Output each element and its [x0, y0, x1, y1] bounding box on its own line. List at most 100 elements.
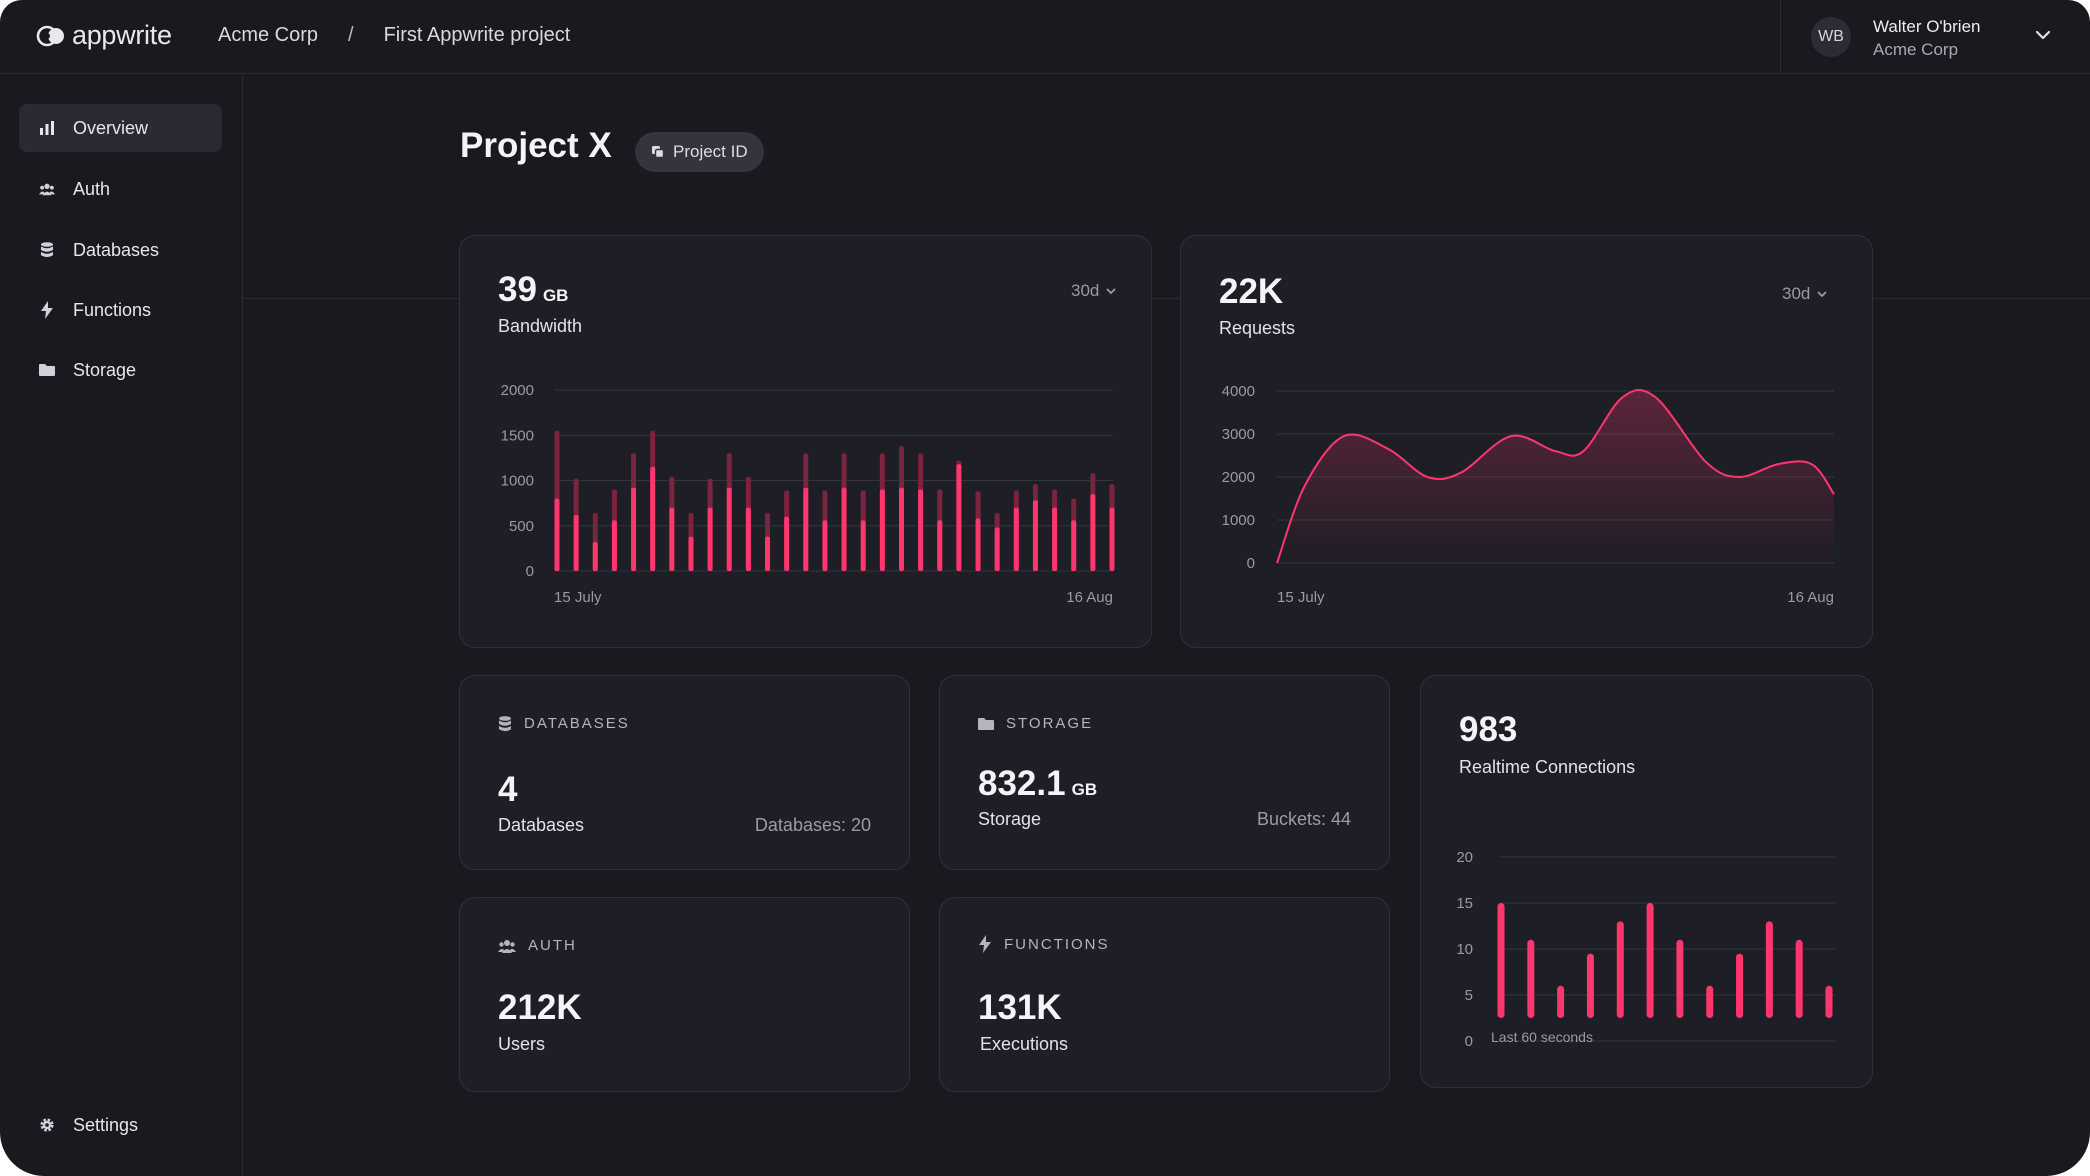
project-id-button[interactable]: Project ID — [635, 132, 764, 172]
realtime-bar — [1497, 903, 1505, 1018]
bar-primary — [860, 520, 866, 571]
copy-icon — [652, 146, 665, 159]
app-window: appwrite Acme Corp / First Appwrite proj… — [0, 0, 2090, 1176]
bar-primary — [745, 507, 751, 571]
x-tick-label: 16 Aug — [1787, 589, 1834, 606]
bar-primary — [650, 466, 656, 571]
sidebar-item-auth[interactable]: Auth — [19, 165, 222, 213]
bar-primary — [669, 507, 675, 571]
user-menu[interactable]: WB Walter O'brien Acme Corp — [1780, 0, 2090, 74]
storage-card[interactable]: STORAGE 832.1 GB Storage Buckets: 44 — [939, 675, 1390, 870]
y-tick-label: 5 — [1465, 987, 1473, 1004]
requests-chart: 0 1000 2000 3000 4000 15 July 16 Aug — [1222, 383, 1835, 606]
bar-primary — [803, 487, 809, 571]
bar-primary — [1013, 507, 1019, 571]
realtime-bar — [1646, 903, 1654, 1018]
breadcrumb-project[interactable]: First Appwrite project — [384, 24, 571, 47]
breadcrumb-separator: / — [348, 24, 354, 46]
sidebar-item-label: Storage — [73, 359, 137, 380]
databases-value: 4 — [498, 770, 518, 809]
realtime-bar — [1765, 921, 1773, 1018]
lightning-icon — [39, 301, 55, 319]
bar-primary — [898, 487, 904, 571]
bar-chart-icon — [39, 120, 55, 136]
realtime-card: 983 Realtime Connections 0 5 10 15 20 Last 60… — [1420, 675, 1873, 1088]
storage-meta: Buckets: 44 — [1256, 809, 1351, 829]
appwrite-logo-icon — [36, 25, 64, 46]
bar-primary — [784, 516, 790, 571]
brand-name: appwrite — [72, 20, 172, 50]
bar-primary — [937, 520, 943, 571]
realtime-caption: Last 60 seconds — [1491, 1029, 1593, 1045]
bar-primary — [688, 536, 694, 571]
gear-icon — [39, 1117, 55, 1133]
bar-primary — [631, 487, 637, 571]
bandwidth-chart: 0 500 1000 1500 2000 15 July 16 Aug — [501, 382, 1115, 606]
bar-primary — [975, 518, 981, 571]
databases-card[interactable]: DATABASES 4 Databases Databases: 20 — [459, 675, 910, 870]
bar-primary — [994, 527, 1000, 571]
requests-card: 22K Requests 30d 0 1000 2000 3000 4000 15 Jul… — [1180, 235, 1873, 648]
appwrite-logo[interactable]: appwrite — [36, 20, 172, 51]
storage-section-header: STORAGE — [978, 715, 1093, 732]
bar-primary — [841, 487, 847, 571]
realtime-bar — [1795, 939, 1803, 1018]
sidebar-item-label: Settings — [73, 1114, 139, 1135]
realtime-bar — [1706, 985, 1714, 1018]
x-tick-label: 15 July — [1277, 589, 1325, 606]
y-tick-label: 10 — [1456, 941, 1473, 958]
functions-section-title: FUNCTIONS — [1004, 935, 1110, 953]
storage-label: Storage — [978, 809, 1042, 829]
y-tick-label: 0 — [1247, 555, 1255, 572]
realtime-chart: 0 5 10 15 20 Last 60 seconds — [1456, 849, 1835, 1050]
auth-card[interactable]: AUTH 212K Users — [459, 897, 910, 1092]
realtime-bar — [1527, 939, 1535, 1018]
bar-primary — [1090, 494, 1096, 571]
database-icon — [499, 715, 511, 731]
lightning-icon — [979, 935, 991, 953]
databases-section-header: DATABASES — [498, 715, 630, 732]
auth-section-header: AUTH — [498, 937, 577, 954]
databases-label: Databases — [498, 815, 585, 835]
functions-card[interactable]: FUNCTIONS 131K Executions — [939, 897, 1390, 1092]
functions-section-header: FUNCTIONS — [978, 935, 1110, 953]
users-icon — [39, 181, 55, 197]
auth-section-title: AUTH — [528, 937, 577, 954]
sidebar-item-overview[interactable]: Overview — [19, 104, 222, 152]
auth-value: 212K — [498, 988, 582, 1027]
database-icon — [39, 242, 55, 258]
bar-primary — [765, 536, 771, 571]
avatar: WB — [1811, 17, 1851, 57]
bar-primary — [879, 489, 885, 571]
sidebar-item-databases[interactable]: Databases — [19, 226, 222, 274]
page-title: Project X — [460, 126, 612, 165]
bar-primary — [592, 542, 598, 571]
sidebar-item-label: Functions — [73, 299, 152, 320]
bar-primary — [554, 498, 560, 571]
sidebar-item-storage[interactable]: Storage — [19, 346, 222, 394]
realtime-bar — [1736, 953, 1744, 1018]
bar-primary — [573, 514, 579, 571]
x-tick-label: 15 July — [554, 589, 602, 606]
sidebar-item-label: Databases — [73, 239, 160, 260]
users-icon — [498, 939, 516, 953]
y-tick-label: 20 — [1456, 849, 1473, 866]
y-tick-label: 1000 — [501, 473, 534, 490]
functions-value: 131K — [978, 988, 1062, 1027]
auth-label: Users — [498, 1034, 546, 1054]
folder-icon — [978, 717, 994, 730]
breadcrumb-org[interactable]: Acme Corp — [218, 24, 318, 47]
y-tick-label: 0 — [526, 563, 534, 580]
bandwidth-card: 39 GB Bandwidth 30d 0 500 1000 1500 2000 15 Ju… — [459, 235, 1152, 648]
databases-section-title: DATABASES — [524, 715, 630, 732]
storage-value: 832.1 GB — [978, 764, 1097, 804]
realtime-bar — [1586, 953, 1594, 1018]
databases-meta: Databases: 20 — [754, 815, 871, 835]
sidebar-item-settings[interactable]: Settings — [19, 1101, 222, 1149]
sidebar-item-functions[interactable]: Functions — [19, 286, 222, 334]
chevron-down-icon[interactable] — [2034, 26, 2052, 44]
storage-unit: GB — [1071, 780, 1098, 799]
breadcrumb: Acme Corp / First Appwrite project — [218, 24, 570, 47]
realtime-bar — [1825, 985, 1833, 1018]
y-tick-label: 2000 — [501, 382, 534, 399]
